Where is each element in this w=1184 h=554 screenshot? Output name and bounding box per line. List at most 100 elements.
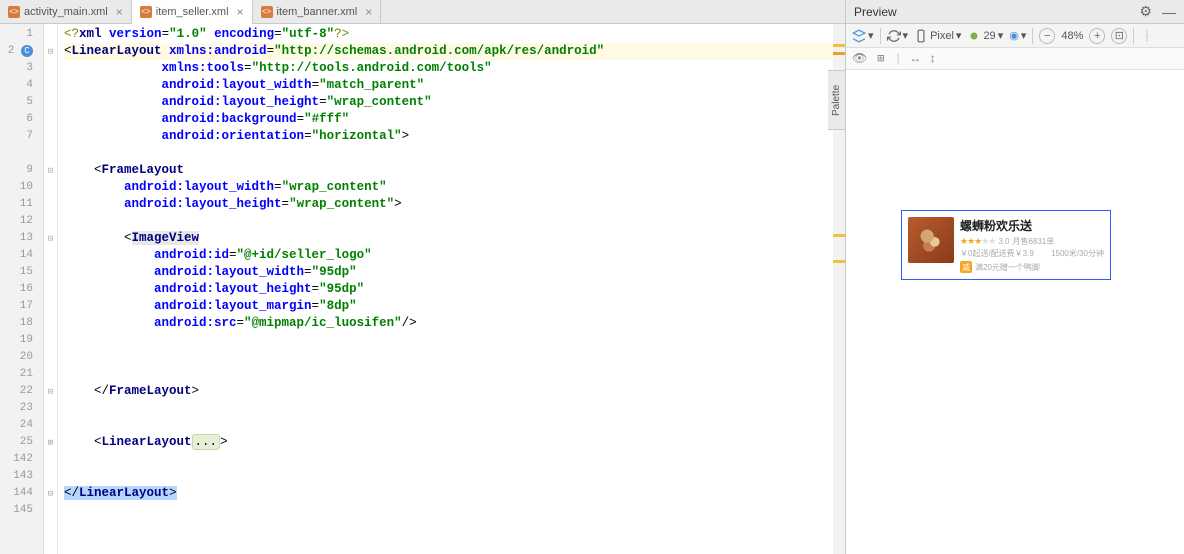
fold-end: ⊟ (44, 383, 57, 400)
tab-activity-main[interactable]: <>activity_main.xml× (0, 0, 132, 24)
xml-icon: <> (261, 6, 273, 18)
code-line (64, 502, 833, 519)
line-number: 15 (0, 264, 43, 281)
star-rating-icon: ★★★★★ (960, 236, 995, 247)
zoom-out-button[interactable]: − (1039, 28, 1055, 44)
code-line: <LinearLayout xmlns:android="http://sche… (64, 43, 833, 60)
android-icon (967, 29, 981, 43)
fold-toggle[interactable]: ⊟ (44, 162, 57, 179)
preview-title: Preview (854, 5, 897, 19)
line-number: 23 (0, 400, 43, 417)
code-line: <ImageView (64, 230, 833, 247)
fold-gutter: ⊟ ⊟ ⊟ ⊟ ⊞ ⊟ (44, 24, 58, 554)
line-number: 144 (0, 485, 43, 502)
fold-toggle[interactable]: ⊟ (44, 230, 57, 247)
device-dropdown[interactable]: Pixel ▾ (914, 29, 961, 43)
tab-item-banner[interactable]: <>item_banner.xml× (253, 0, 382, 24)
zoom-value: 48% (1061, 30, 1083, 42)
fold-toggle[interactable]: ⊟ (44, 43, 57, 60)
code-line: android:orientation="horizontal"> (64, 128, 833, 145)
sales-text: 月售6831单 (1012, 236, 1054, 247)
line-number: 7 (0, 128, 43, 145)
line-number: 145 (0, 502, 43, 519)
close-icon[interactable]: × (237, 5, 244, 19)
code-line: </LinearLayout> (64, 485, 833, 502)
seller-info: 螺蛳粉欢乐送 ★★★★★ 3.0 月售6831单 ￥0起送/配送费￥3.9 15… (960, 217, 1104, 273)
pan-h-icon[interactable]: ↔ (912, 52, 919, 66)
close-icon[interactable]: × (116, 5, 123, 19)
pan-v-icon[interactable]: ↕ (929, 52, 936, 66)
price-text: ￥0起送/配送费￥3.9 (960, 248, 1034, 259)
code-line (64, 332, 833, 349)
line-number: 17 (0, 298, 43, 315)
code-line: android:layout_width="95dp" (64, 264, 833, 281)
seller-logo-image (908, 217, 954, 263)
theme-dropdown[interactable]: ◉▾ (1009, 29, 1026, 42)
code-line: android:src="@mipmap/ic_luosifen"/> (64, 315, 833, 332)
minimize-icon[interactable]: — (1162, 4, 1176, 20)
line-gutter: 1 2 C 3 4 5 6 7 9 10 11 12 13 14 15 16 1… (0, 24, 44, 554)
code-line: xmlns:tools="http://tools.android.com/to… (64, 60, 833, 77)
code-line (64, 366, 833, 383)
line-number: 16 (0, 281, 43, 298)
promo-text: 满20元赠一个鸭脚 (975, 262, 1040, 273)
fold-end: ⊟ (44, 485, 57, 502)
line-number: 6 (0, 111, 43, 128)
code-line: <LinearLayout...> (64, 434, 833, 451)
layout-preview-item[interactable]: 螺蛳粉欢乐送 ★★★★★ 3.0 月售6831单 ￥0起送/配送费￥3.9 15… (901, 210, 1111, 280)
line-number: 21 (0, 366, 43, 383)
line-number: 143 (0, 468, 43, 485)
line-number (0, 145, 43, 162)
code-line: <FrameLayout (64, 162, 833, 179)
code-line: </FrameLayout> (64, 383, 833, 400)
fold-toggle[interactable]: ⊞ (44, 434, 57, 451)
palette-tab[interactable]: Palette (828, 70, 846, 130)
folded-region[interactable]: ... (192, 434, 221, 450)
code-line (64, 213, 833, 230)
code-line (64, 349, 833, 366)
line-number: 2 C (0, 43, 43, 60)
grid-icon[interactable]: ⊞ (877, 51, 884, 66)
line-number: 9 (0, 162, 43, 179)
code-line: android:id="@+id/seller_logo" (64, 247, 833, 264)
rating-value: 3.0 (998, 237, 1009, 246)
line-number: 3 (0, 60, 43, 77)
preview-canvas[interactable]: Palette 螺蛳粉欢乐送 ★★★★★ 3.0 月售6831单 ￥0起送/配送… (846, 70, 1184, 554)
code-line (64, 400, 833, 417)
line-number: 5 (0, 94, 43, 111)
code-line: android:layout_width="match_parent" (64, 77, 833, 94)
zoom-in-button[interactable]: + (1089, 28, 1105, 44)
code-line: android:layout_height="wrap_content"> (64, 196, 833, 213)
line-number: 18 (0, 315, 43, 332)
rotate-icon (887, 29, 901, 43)
line-number: 25 (0, 434, 43, 451)
change-marker-icon[interactable]: C (21, 45, 33, 57)
warnings-icon[interactable]: ❕ (1140, 29, 1154, 42)
line-number: 10 (0, 179, 43, 196)
api-dropdown[interactable]: 29 ▾ (967, 29, 1003, 43)
tab-item-seller[interactable]: <>item_seller.xml× (132, 0, 253, 24)
xml-icon: <> (140, 6, 152, 18)
code-line (64, 451, 833, 468)
eye-icon[interactable]: 👁 (852, 51, 867, 66)
seller-title: 螺蛳粉欢乐送 (960, 217, 1104, 234)
zoom-fit-button[interactable]: ⊡ (1111, 28, 1127, 44)
phone-icon (914, 29, 928, 43)
line-number: 11 (0, 196, 43, 213)
close-icon[interactable]: × (365, 5, 372, 19)
xml-icon: <> (8, 6, 20, 18)
line-number: 142 (0, 451, 43, 468)
line-number: 22 (0, 383, 43, 400)
code-line (64, 468, 833, 485)
promo-badge-icon: 减 (960, 261, 972, 273)
editor-pane: <>activity_main.xml× <>item_seller.xml× … (0, 0, 846, 554)
layers-icon (852, 29, 866, 43)
line-number: 14 (0, 247, 43, 264)
orientation-dropdown[interactable]: ▾ (887, 29, 909, 43)
line-number: 20 (0, 349, 43, 366)
surface-dropdown[interactable]: ▾ (852, 29, 874, 43)
code-line: <?xml version="1.0" encoding="utf-8"?> (64, 26, 833, 43)
code-area[interactable]: <?xml version="1.0" encoding="utf-8"?> <… (58, 24, 833, 554)
code-line: android:background="#fff" (64, 111, 833, 128)
gear-icon[interactable]: ⚙ (1139, 3, 1152, 20)
